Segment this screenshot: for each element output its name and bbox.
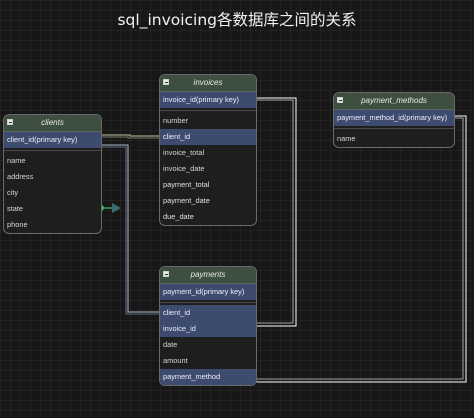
column-row[interactable]: payment_total <box>160 177 256 193</box>
table-name: payments <box>190 270 226 279</box>
table-header[interactable]: invoices <box>160 75 256 92</box>
link-clients-invoices <box>102 134 160 137</box>
primary-key-row[interactable]: client_id(primary key) <box>4 132 101 148</box>
table-name: clients <box>41 118 64 127</box>
table-payment-methods[interactable]: payment_methods payment_method_id(primar… <box>333 92 455 148</box>
primary-key-row[interactable]: payment_id(primary key) <box>160 284 256 300</box>
table-header[interactable]: payment_methods <box>334 93 454 110</box>
column-row[interactable]: phone <box>4 217 101 233</box>
link-methods-payments <box>256 115 467 383</box>
primary-key-row[interactable]: payment_method_id(primary key) <box>334 110 454 126</box>
column-row[interactable]: invoice_total <box>160 145 256 161</box>
diagram-canvas[interactable]: sql_invoicing各数据库之间的关系 clients client_id… <box>0 0 474 418</box>
column-row[interactable]: amount <box>160 353 256 369</box>
column-row[interactable]: number <box>160 113 256 129</box>
collapse-icon[interactable] <box>163 79 169 85</box>
column-row[interactable]: name <box>334 131 454 147</box>
table-header[interactable]: clients <box>4 115 101 132</box>
collapse-icon[interactable] <box>163 271 169 277</box>
table-payments[interactable]: payments payment_id(primary key) client_… <box>159 266 257 386</box>
column-row[interactable]: due_date <box>160 209 256 225</box>
table-clients[interactable]: clients client_id(primary key) name addr… <box>3 114 102 234</box>
collapse-icon[interactable] <box>337 97 343 103</box>
foreign-key-row[interactable]: client_id <box>160 129 256 145</box>
foreign-key-row[interactable]: invoice_id <box>160 321 256 337</box>
column-row[interactable]: payment_date <box>160 193 256 209</box>
table-header[interactable]: payments <box>160 267 256 284</box>
divider <box>4 150 101 151</box>
primary-key-row[interactable]: invoice_id(primary key) <box>160 92 256 108</box>
link-invoices-payments <box>256 97 297 327</box>
collapse-icon[interactable] <box>7 119 13 125</box>
table-name: invoices <box>193 78 223 87</box>
foreign-key-row[interactable]: payment_method <box>160 369 256 385</box>
column-row[interactable]: address <box>4 169 101 185</box>
table-name: payment_methods <box>361 96 427 105</box>
table-invoices[interactable]: invoices invoice_id(primary key) number … <box>159 74 257 226</box>
divider <box>160 110 256 111</box>
column-row[interactable]: city <box>4 185 101 201</box>
column-row[interactable]: name <box>4 153 101 169</box>
column-row[interactable]: date <box>160 337 256 353</box>
link-clients-payments <box>102 144 160 313</box>
divider <box>160 302 256 303</box>
column-row[interactable]: state <box>4 201 101 217</box>
column-row[interactable]: invoice_date <box>160 161 256 177</box>
diagram-title: sql_invoicing各数据库之间的关系 <box>117 11 357 29</box>
foreign-key-row[interactable]: client_id <box>160 305 256 321</box>
divider <box>334 128 454 129</box>
